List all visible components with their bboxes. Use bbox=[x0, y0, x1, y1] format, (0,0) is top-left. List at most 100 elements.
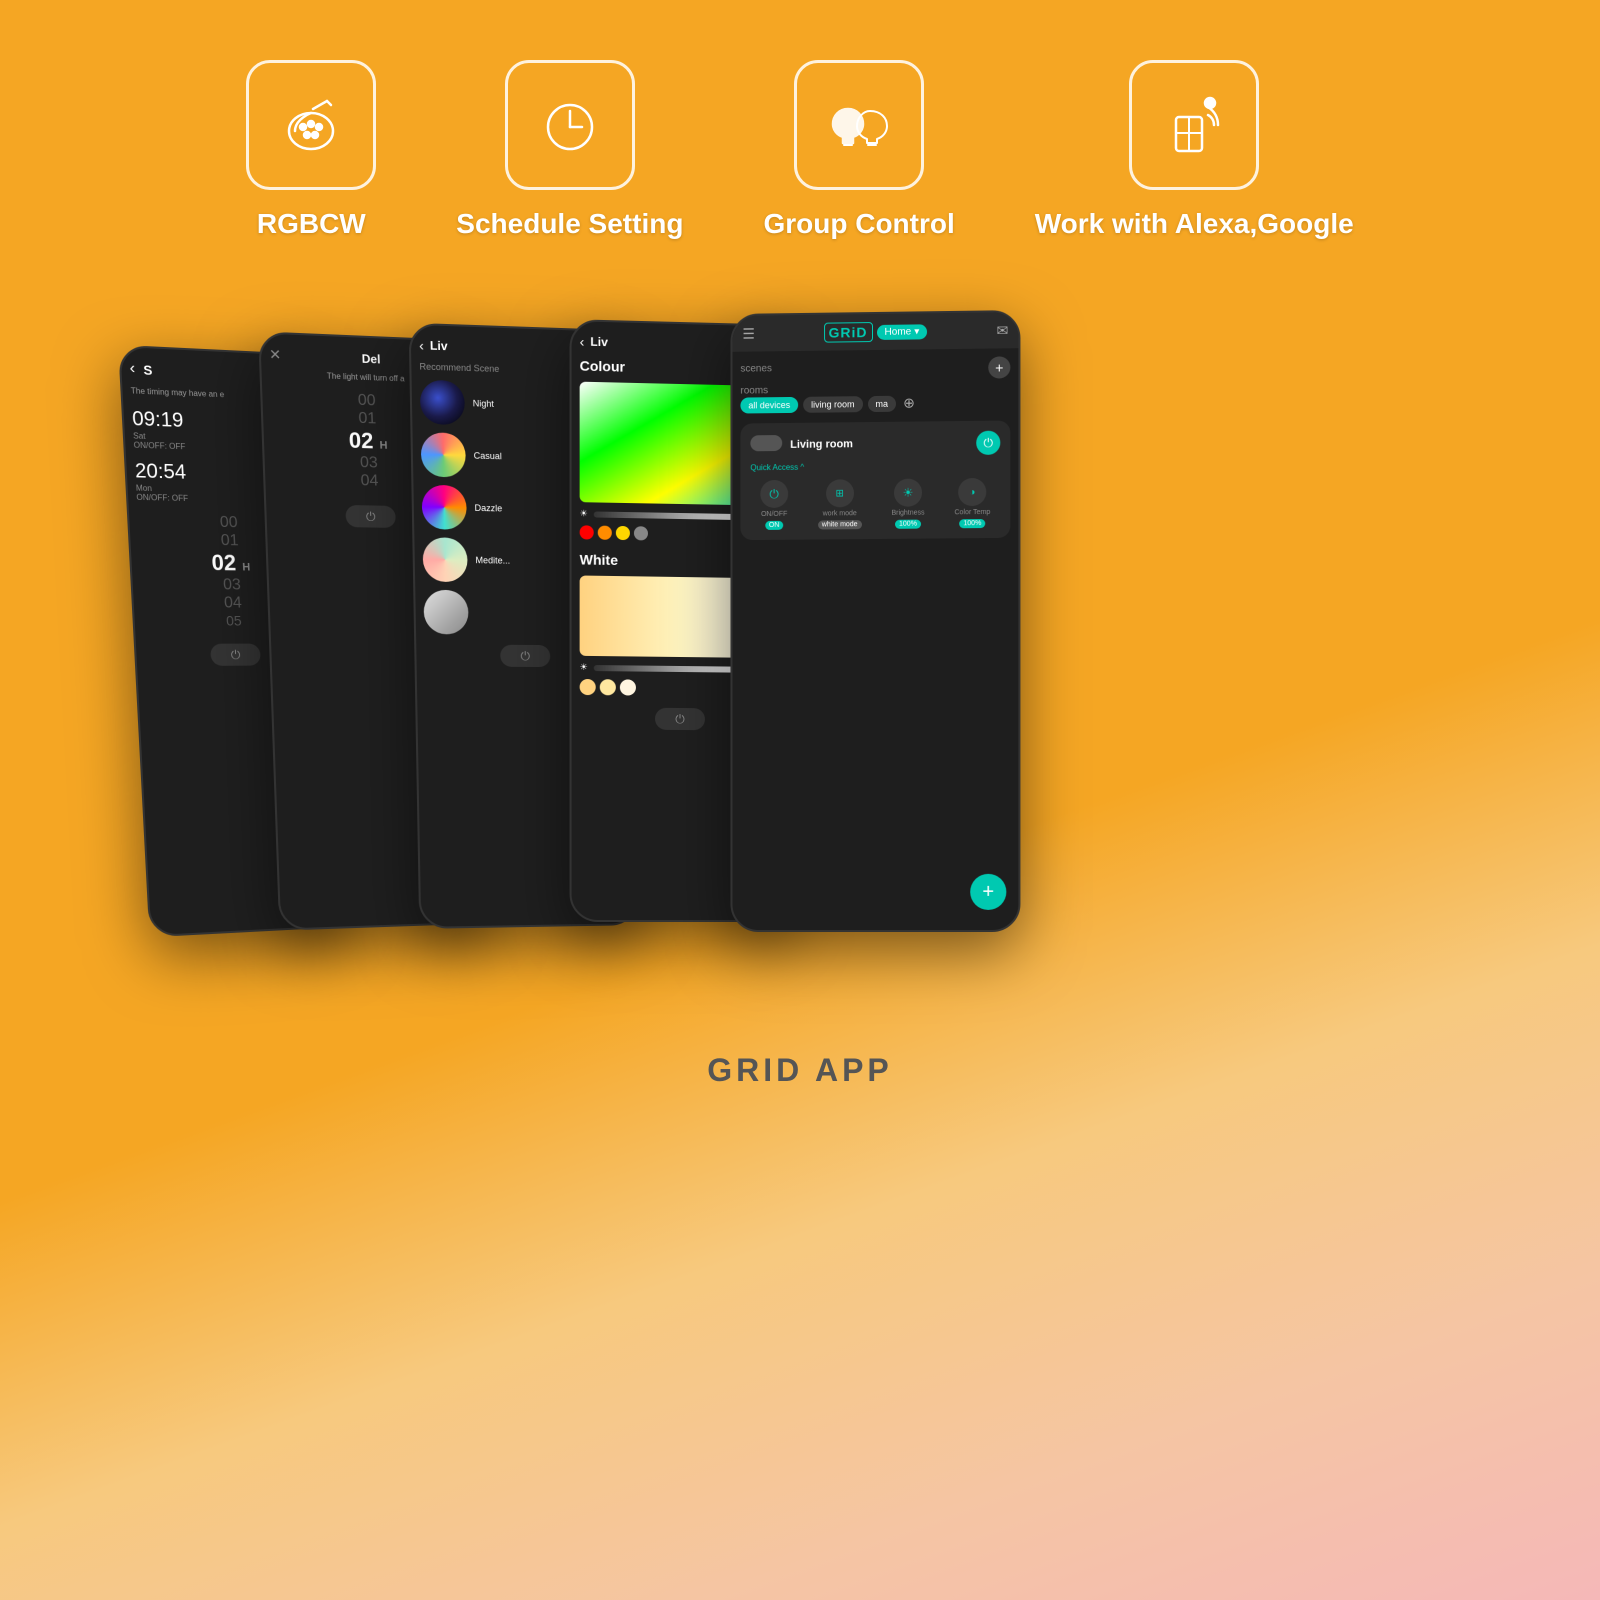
ph5-logo-text: GRiD bbox=[824, 322, 873, 343]
ph4-white-brightness-bar[interactable] bbox=[594, 665, 751, 673]
ph5-brightness-value: 100% bbox=[895, 520, 921, 529]
ph5-colortemp-value: 100% bbox=[959, 519, 985, 528]
ph2-num-00: 00 bbox=[358, 392, 376, 411]
ph2-title: Del bbox=[362, 352, 381, 367]
ph4-dot-neutral[interactable] bbox=[600, 680, 616, 696]
ph5-control-brightness: ☀ Brightness 100% bbox=[891, 479, 924, 529]
label-group: Group Control bbox=[763, 206, 954, 242]
ph4-power-btn[interactable]: ⏻ bbox=[655, 708, 705, 730]
icon-box-alexa bbox=[1129, 60, 1259, 190]
ph1-num-04: 04 bbox=[224, 595, 243, 613]
ph5-mail-icon[interactable]: ✉ bbox=[997, 322, 1009, 339]
ph5-header: ☰ GRiD Home ▾ ✉ bbox=[732, 312, 1018, 352]
ph5-device-icon bbox=[750, 435, 782, 451]
ph5-fab-btn[interactable]: + bbox=[970, 874, 1006, 910]
ph5-workmode-label: work mode bbox=[823, 511, 857, 518]
ph2-num-03: 03 bbox=[360, 454, 378, 473]
ph5-home-label: Home bbox=[885, 326, 912, 337]
smart-home-icon bbox=[1158, 89, 1230, 161]
ph3-night-label: Night bbox=[473, 399, 494, 410]
ph5-workmode-icon[interactable]: ⊞ bbox=[826, 480, 854, 508]
phone-5-body: ☰ GRiD Home ▾ ✉ scenes + bbox=[730, 310, 1020, 932]
phone-5-content: ☰ GRiD Home ▾ ✉ scenes + bbox=[732, 312, 1018, 930]
ph4-dot-gray[interactable] bbox=[634, 527, 648, 541]
ph1-title: S bbox=[143, 362, 153, 378]
bulbs-icon bbox=[823, 89, 895, 161]
ph2-num-01: 01 bbox=[358, 410, 376, 429]
ph2-power-btn[interactable]: ⏻ bbox=[345, 505, 396, 528]
ph5-add-tab-icon[interactable]: ⊕ bbox=[903, 395, 915, 412]
ph3-medite-label: Medite... bbox=[475, 556, 510, 567]
icon-group: Group Control bbox=[763, 60, 954, 242]
ph5-colortemp-icon[interactable]: ◑ bbox=[958, 478, 986, 506]
ph5-add-scene-btn[interactable]: + bbox=[988, 357, 1010, 379]
ph2-close-icon: ✕ bbox=[269, 346, 282, 364]
icon-box-rgbcw bbox=[246, 60, 376, 190]
ph2-num-02-active: 02 H bbox=[348, 428, 387, 455]
ph1-num-05: 05 bbox=[226, 613, 242, 629]
ph5-hamburger-icon[interactable]: ☰ bbox=[742, 325, 754, 342]
icon-rgbcw: RGBCW bbox=[246, 60, 376, 242]
ph5-colortemp-label: Color Temp bbox=[955, 509, 991, 516]
ph5-logo: GRiD Home ▾ bbox=[824, 322, 928, 343]
ph5-onoff-label: ON/OFF bbox=[761, 511, 787, 518]
ph3-medite-circle bbox=[423, 538, 468, 583]
phone-grid-home: ☰ GRiD Home ▾ ✉ scenes + bbox=[730, 310, 1020, 932]
ph3-power-btn[interactable]: ⏻ bbox=[500, 645, 550, 667]
ph5-controls: ⏻ ON/OFF ON ⊞ work mode white mode ☀ bbox=[750, 478, 1000, 530]
ph5-living-room-card: Living room ⏻ Quick Access ^ ⏻ ON/OFF ON bbox=[740, 421, 1010, 541]
ph5-onoff-icon[interactable]: ⏻ bbox=[760, 480, 788, 508]
ph5-brightness-icon[interactable]: ☀ bbox=[894, 479, 922, 507]
palette-icon bbox=[275, 89, 347, 161]
ph4-dot-red[interactable] bbox=[580, 526, 594, 540]
label-schedule: Schedule Setting bbox=[456, 206, 683, 242]
ph5-tab-living-room[interactable]: living room bbox=[803, 396, 862, 413]
ph1-num-01: 01 bbox=[220, 532, 239, 550]
clock-icon bbox=[534, 89, 606, 161]
ph5-room-header: Living room ⏻ bbox=[750, 431, 1000, 458]
bottom-label: GRID APP bbox=[707, 1052, 893, 1089]
ph5-chevron-down-icon: ▾ bbox=[914, 326, 919, 337]
ph4-dot-warm[interactable] bbox=[580, 679, 596, 695]
ph5-control-workmode: ⊞ work mode white mode bbox=[818, 480, 862, 530]
ph5-room-tabs: all devices living room ma ⊕ bbox=[740, 394, 1010, 414]
ph4-sun-icon: ☀ bbox=[580, 509, 588, 520]
ph5-onoff-value: ON bbox=[765, 521, 783, 530]
icon-schedule: Schedule Setting bbox=[456, 60, 683, 242]
ph3-casual-label: Casual bbox=[474, 451, 502, 462]
ph4-dot-cool[interactable] bbox=[620, 680, 636, 696]
ph2-num-04: 04 bbox=[360, 473, 378, 491]
ph5-tab-ma[interactable]: ma bbox=[868, 396, 897, 412]
ph5-scenes-row: scenes + bbox=[740, 357, 1010, 382]
ph1-back-arrow: ‹ bbox=[129, 360, 135, 379]
ph3-casual-circle bbox=[421, 433, 466, 478]
ph4-dot-yellow[interactable] bbox=[616, 526, 630, 540]
phones-section: ‹ S The timing may have an e 09:19 Sat O… bbox=[0, 312, 1600, 992]
ph5-quick-access: Quick Access ^ bbox=[750, 461, 1000, 473]
icon-box-schedule bbox=[505, 60, 635, 190]
ph3-dazzle-label: Dazzle bbox=[474, 503, 502, 514]
ph3-back-arrow: ‹ bbox=[419, 338, 424, 354]
ph4-title: Liv bbox=[590, 335, 607, 349]
ph3-dazzle-circle bbox=[422, 485, 467, 530]
ph5-home-btn[interactable]: Home ▾ bbox=[877, 324, 928, 340]
ph5-rooms-label: rooms bbox=[740, 386, 768, 397]
top-icons-section: RGBCW Schedule Setting Group Control bbox=[246, 60, 1353, 242]
ph5-brightness-label: Brightness bbox=[891, 510, 924, 517]
label-alexa: Work with Alexa,Google bbox=[1035, 206, 1354, 242]
ph3-night-circle bbox=[420, 380, 465, 426]
ph5-tab-all-devices[interactable]: all devices bbox=[740, 397, 798, 414]
ph1-num-02-active: 02 H bbox=[211, 550, 251, 577]
ph5-scenes-label: scenes bbox=[740, 363, 772, 374]
ph4-brightness-bar[interactable] bbox=[594, 511, 751, 520]
icon-alexa: Work with Alexa,Google bbox=[1035, 60, 1354, 242]
ph5-room-power-icon[interactable]: ⏻ bbox=[976, 431, 1000, 455]
ph1-num-03: 03 bbox=[223, 577, 242, 595]
ph1-power-btn[interactable]: ⏻ bbox=[210, 644, 261, 666]
ph1-num-00: 00 bbox=[219, 514, 238, 532]
icon-box-group bbox=[794, 60, 924, 190]
ph5-room-name: Living room bbox=[790, 439, 853, 452]
ph3-extra-circle bbox=[423, 590, 468, 635]
ph5-workmode-value: white mode bbox=[818, 521, 862, 530]
ph4-dot-orange[interactable] bbox=[598, 526, 612, 540]
